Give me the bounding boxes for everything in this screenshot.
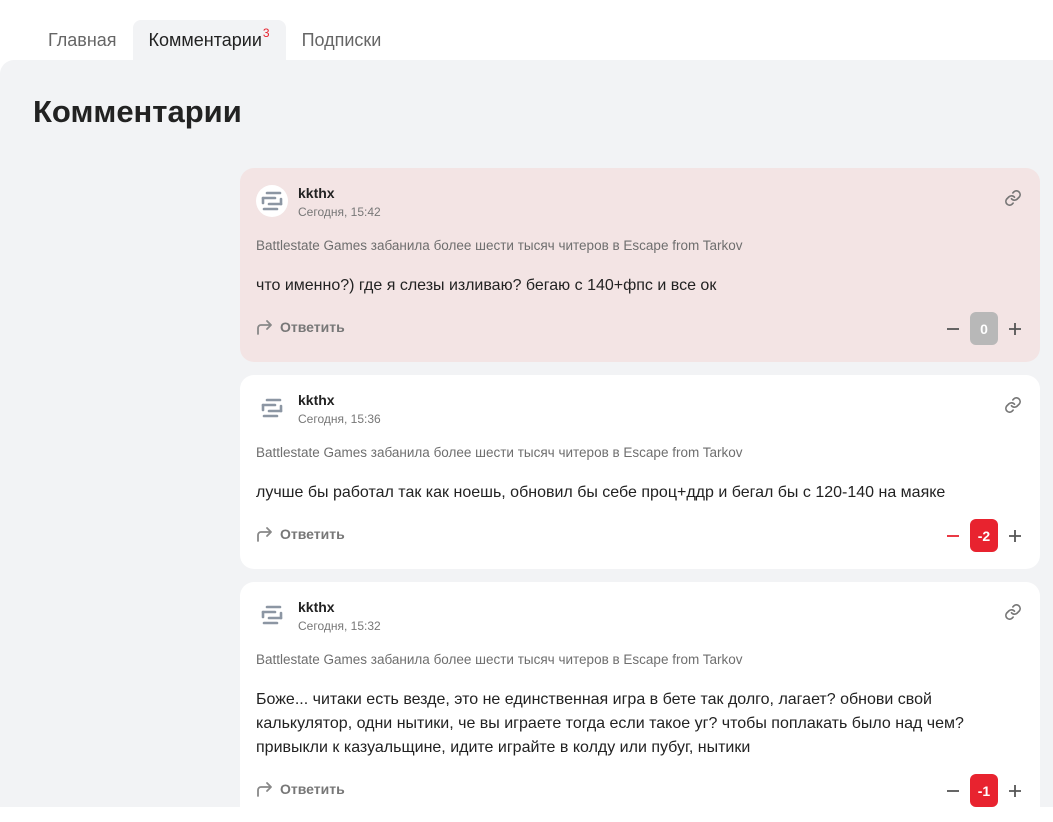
comment-article-link[interactable]: Battlestate Games забанила более шести т… [256,238,742,253]
downvote-button[interactable] [944,527,962,545]
vote-controls: 0 [944,312,1024,345]
comment-date: Сегодня, 15:36 [298,412,381,426]
tab-subscriptions-label: Подписки [301,29,382,50]
link-icon[interactable] [1004,189,1022,207]
tab-comments[interactable]: Комментарии 3 [132,20,286,60]
plus-icon [1009,322,1021,335]
comment-score: -2 [970,519,998,552]
avatar[interactable] [256,392,288,424]
page-title: Комментарии [33,94,242,129]
plus-icon [1009,784,1021,797]
comment-text: что именно?) где я слезы изливаю? бегаю … [256,277,717,294]
comment-card: kkthx Сегодня, 15:32 Battlestate Games з… [240,582,1040,822]
comment-score: -1 [970,774,998,807]
comment-date: Сегодня, 15:32 [298,619,381,633]
minus-icon [947,789,959,792]
comment-author[interactable]: kkthx [298,185,335,201]
site-logo-icon [261,605,283,625]
comment-card: kkthx Сегодня, 15:36 Battlestate Games з… [240,375,1040,569]
tab-comments-badge: 3 [262,26,270,40]
link-icon[interactable] [1004,603,1022,621]
comment-card: kkthx Сегодня, 15:42 Battlestate Games з… [240,168,1040,362]
plus-icon [1009,529,1021,542]
link-icon[interactable] [1004,396,1022,414]
vote-controls: -1 [944,774,1024,807]
minus-icon [947,327,959,330]
reply-label: Ответить [280,319,345,335]
comment-score: 0 [970,312,998,345]
tab-main-label: Главная [48,29,117,50]
avatar[interactable] [256,599,288,631]
upvote-button[interactable] [1006,320,1024,338]
minus-icon [947,534,959,537]
comment-text: Боже... читаки есть везде, это не единст… [256,691,964,756]
reply-label: Ответить [280,781,345,797]
tab-bar: Главная Комментарии 3 Подписки [32,20,397,60]
site-logo-icon [261,398,283,418]
comment-author[interactable]: kkthx [298,392,335,408]
downvote-button[interactable] [944,320,962,338]
reply-button[interactable]: Ответить [256,526,345,542]
reply-arrow-icon [257,320,272,335]
site-logo-icon [261,191,283,211]
comment-text: лучше бы работал так как ноешь, обновил … [256,484,946,501]
reply-button[interactable]: Ответить [256,319,345,335]
avatar[interactable] [256,185,288,217]
comment-article-link[interactable]: Battlestate Games забанила более шести т… [256,445,742,460]
tab-subscriptions[interactable]: Подписки [286,20,398,60]
upvote-button[interactable] [1006,527,1024,545]
vote-controls: -2 [944,519,1024,552]
upvote-button[interactable] [1006,782,1024,800]
tab-comments-label: Комментарии [148,29,262,50]
reply-arrow-icon [257,527,272,542]
tab-main[interactable]: Главная [32,20,133,60]
comment-date: Сегодня, 15:42 [298,205,381,219]
downvote-button[interactable] [944,782,962,800]
reply-button[interactable]: Ответить [256,781,345,797]
reply-arrow-icon [257,782,272,797]
reply-label: Ответить [280,526,345,542]
comment-author[interactable]: kkthx [298,599,335,615]
comment-article-link[interactable]: Battlestate Games забанила более шести т… [256,652,742,667]
